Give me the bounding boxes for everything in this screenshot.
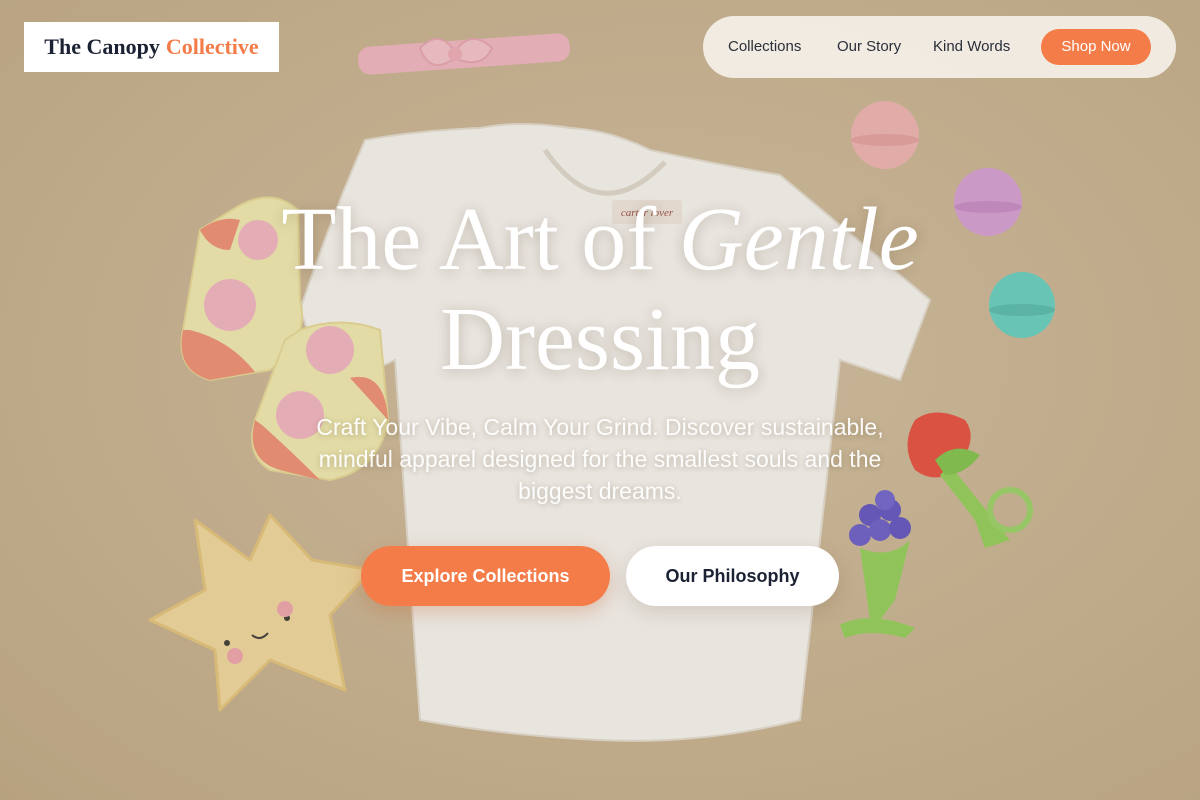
- brand-name-primary: The Canopy: [44, 34, 160, 59]
- brand-name-accent: Collective: [165, 34, 259, 59]
- explore-collections-button[interactable]: Explore Collections: [361, 546, 610, 606]
- nav-link-kind-words[interactable]: Kind Words: [933, 16, 1010, 78]
- shop-now-button[interactable]: Shop Now: [1041, 29, 1151, 65]
- nav-link-collections[interactable]: Collections: [728, 16, 801, 78]
- hero-title-part2: Dressing: [440, 290, 760, 389]
- image-tint-overlay: [0, 0, 1200, 800]
- nav-link-our-story[interactable]: Our Story: [837, 16, 901, 78]
- our-philosophy-button[interactable]: Our Philosophy: [626, 546, 839, 606]
- hero-subtitle: Craft Your Vibe, Calm Your Grind. Discov…: [316, 414, 884, 504]
- top-navigation: Collections Our Story Kind Words Shop No…: [703, 16, 1176, 78]
- brand-logo[interactable]: The Canopy Collective: [24, 22, 279, 72]
- hero-title: The Art of Gentle Dressing: [150, 190, 1050, 390]
- hero-background-image: carter lover: [0, 0, 1200, 800]
- hero-title-italic: Gentle: [678, 190, 919, 289]
- hero-title-part1: The Art of: [281, 190, 657, 289]
